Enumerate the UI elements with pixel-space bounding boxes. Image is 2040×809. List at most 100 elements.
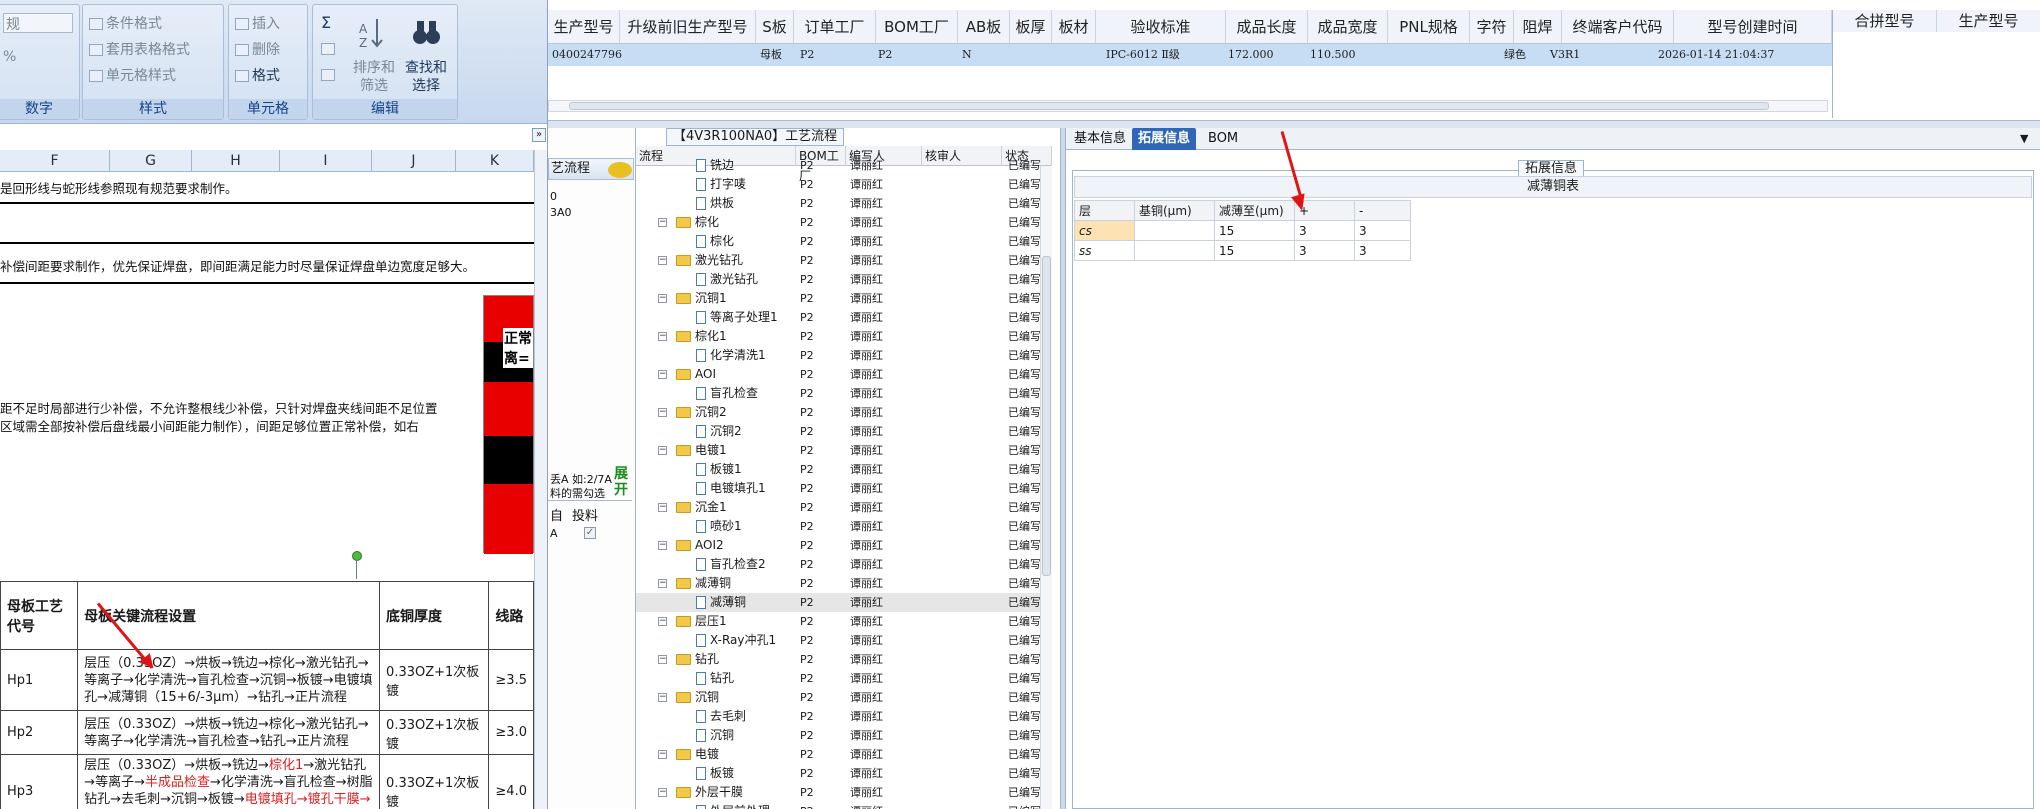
expand-button[interactable]: 展开 xyxy=(614,466,634,498)
tree-row[interactable]: − 电镀1 P2 谭丽红 已编写 xyxy=(636,441,1041,460)
tree-row[interactable]: X-Ray冲孔1 P2 谭丽红 已编写 xyxy=(636,631,1041,650)
thin-cell-base[interactable] xyxy=(1134,220,1215,241)
thin-header-layer[interactable]: 层 xyxy=(1074,200,1135,221)
column-header-h[interactable]: H xyxy=(192,150,280,172)
tree-row[interactable]: − 沉铜1 P2 谭丽红 已编写 xyxy=(636,289,1041,308)
collapse-toggle-icon[interactable]: − xyxy=(658,788,667,797)
tree-row[interactable]: − 沉铜 P2 谭丽红 已编写 xyxy=(636,688,1041,707)
thin-header-base[interactable]: 基铜(μm) xyxy=(1134,200,1215,221)
cell-style-button[interactable]: 单元格样式 xyxy=(89,65,176,85)
collapse-toggle-icon[interactable]: − xyxy=(658,541,667,550)
format-button[interactable]: 格式 xyxy=(235,65,280,85)
tree-row[interactable]: 铣边 P2 谭丽红 已编写 xyxy=(636,156,1041,175)
tree-row[interactable]: − 棕化 P2 谭丽红 已编写 xyxy=(636,213,1041,232)
tree-row[interactable]: 沉铜 P2 谭丽红 已编写 xyxy=(636,726,1041,745)
tree-row[interactable]: 沉铜2 P2 谭丽红 已编写 xyxy=(636,422,1041,441)
tree-row[interactable]: − 层压1 P2 谭丽红 已编写 xyxy=(636,612,1041,631)
tree-row[interactable]: 板镀1 P2 谭丽红 已编写 xyxy=(636,460,1041,479)
grid-header-bom-factory[interactable]: BOM工厂 xyxy=(876,10,958,44)
comment-icon[interactable] xyxy=(608,162,632,178)
tree-row[interactable]: − 减薄铜 P2 谭丽红 已编写 xyxy=(636,574,1041,593)
grid-header-old-model[interactable]: 升级前旧生产型号 xyxy=(620,10,756,44)
tree-row[interactable]: 棕化 P2 谭丽红 已编写 xyxy=(636,232,1041,251)
tree-row[interactable]: 盲孔检查 P2 谭丽红 已编写 xyxy=(636,384,1041,403)
collapse-toggle-icon[interactable]: − xyxy=(658,693,667,702)
collapse-toggle-icon[interactable]: − xyxy=(658,218,667,227)
grid-header-character[interactable]: 字符 xyxy=(1470,10,1514,44)
column-header-g[interactable]: G xyxy=(110,150,192,172)
delete-button[interactable]: 删除 xyxy=(235,39,280,59)
grid-header-pnl[interactable]: PNL规格 xyxy=(1388,10,1470,44)
find-select-button[interactable]: 查找和 选择 xyxy=(405,59,447,95)
insert-button[interactable]: 插入 xyxy=(235,13,280,33)
collapse-toggle-icon[interactable]: − xyxy=(658,579,667,588)
excel-vertical-scrollbar[interactable] xyxy=(534,150,547,809)
tree-row[interactable]: 外层前处理 P2 谭丽红 已编写 xyxy=(636,802,1041,809)
grid-header-material[interactable]: 板材 xyxy=(1052,10,1096,44)
tree-row[interactable]: 化学清洗1 P2 谭丽红 已编写 xyxy=(636,346,1041,365)
thin-cell-thin-to[interactable]: 15 xyxy=(1214,240,1295,261)
model-grid-hscrollbar[interactable] xyxy=(548,100,1828,112)
tab-basic-info[interactable]: 基本信息 xyxy=(1068,128,1132,150)
grid-header-order-factory[interactable]: 订单工厂 xyxy=(794,10,876,44)
thin-cell-plus[interactable]: 3 xyxy=(1294,220,1355,241)
thin-header-minus[interactable]: - xyxy=(1354,200,1411,221)
grid-header-sboard[interactable]: S板 xyxy=(756,10,794,44)
grid-header-customer[interactable]: 终端客户代码 xyxy=(1562,10,1674,44)
collapse-toggle-icon[interactable]: − xyxy=(658,370,667,379)
thin-cell-plus[interactable]: 3 xyxy=(1294,240,1355,261)
tree-row[interactable]: 等离子处理1 P2 谭丽红 已编写 xyxy=(636,308,1041,327)
horizontal-splitter[interactable] xyxy=(548,120,2040,128)
tree-row[interactable]: 烘板 P2 谭丽红 已编写 xyxy=(636,194,1041,213)
merge-grid-header-merge[interactable]: 合拼型号 xyxy=(1833,10,1937,32)
process-tree-scrollbar[interactable] xyxy=(1040,166,1052,809)
grid-header-model[interactable]: 生产型号 xyxy=(548,10,620,44)
tree-row[interactable]: − 沉铜2 P2 谭丽红 已编写 xyxy=(636,403,1041,422)
tree-row[interactable]: 盲孔检查2 P2 谭丽红 已编写 xyxy=(636,555,1041,574)
table-format-button[interactable]: 套用表格格式 xyxy=(89,39,190,59)
thin-cell-minus[interactable]: 3 xyxy=(1354,240,1411,261)
collapse-toggle-icon[interactable]: − xyxy=(658,408,667,417)
grid-header-thickness[interactable]: 板厚 xyxy=(1010,10,1052,44)
table-row[interactable]: ss 15 3 3 xyxy=(1074,240,1411,261)
rotate-handle[interactable] xyxy=(352,551,362,561)
number-format-select[interactable]: 规 xyxy=(3,13,73,33)
tree-row[interactable]: 喷砂1 P2 谭丽红 已编写 xyxy=(636,517,1041,536)
tree-row[interactable]: − 激光钻孔 P2 谭丽红 已编写 xyxy=(636,251,1041,270)
tree-row[interactable]: 减薄铜 P2 谭丽红 已编写 xyxy=(636,593,1041,612)
ribbon-collapse-button[interactable]: » xyxy=(532,128,546,142)
collapse-toggle-icon[interactable]: − xyxy=(658,503,667,512)
tree-row[interactable]: − AOI P2 谭丽红 已编写 xyxy=(636,365,1041,384)
grid-header-solder[interactable]: 阻焊 xyxy=(1514,10,1562,44)
tree-row[interactable]: − 外层干膜 P2 谭丽红 已编写 xyxy=(636,783,1041,802)
column-header-f[interactable]: F xyxy=(0,150,110,172)
tree-row[interactable]: 板镀 P2 谭丽红 已编写 xyxy=(636,764,1041,783)
tree-row[interactable]: 去毛刺 P2 谭丽红 已编写 xyxy=(636,707,1041,726)
thin-cell-minus[interactable]: 3 xyxy=(1354,220,1411,241)
conditional-format-button[interactable]: 条件格式 xyxy=(89,13,162,33)
grid-header-created[interactable]: 型号创建时间 xyxy=(1674,10,1832,44)
tree-row[interactable]: − 棕化1 P2 谭丽红 已编写 xyxy=(636,327,1041,346)
tree-row[interactable]: 钻孔 P2 谭丽红 已编写 xyxy=(636,669,1041,688)
grid-header-width[interactable]: 成品宽度 xyxy=(1308,10,1388,44)
thin-cell-base[interactable] xyxy=(1134,240,1215,261)
tree-row[interactable]: 激光钻孔 P2 谭丽红 已编写 xyxy=(636,270,1041,289)
collapse-toggle-icon[interactable]: − xyxy=(658,332,667,341)
table-row[interactable]: cs 15 3 3 xyxy=(1074,220,1411,241)
tree-row[interactable]: − 电镀 P2 谭丽红 已编写 xyxy=(636,745,1041,764)
collapse-toggle-icon[interactable]: − xyxy=(658,294,667,303)
collapse-toggle-icon[interactable]: − xyxy=(658,617,667,626)
column-header-i[interactable]: I xyxy=(280,150,372,172)
feed-checkbox[interactable]: ✓ xyxy=(584,527,596,539)
percent-button[interactable]: % xyxy=(3,49,16,65)
tree-row[interactable]: − 沉金1 P2 谭丽红 已编写 xyxy=(636,498,1041,517)
thin-cell-thin-to[interactable]: 15 xyxy=(1214,220,1295,241)
sum-button[interactable]: Σ xyxy=(321,13,331,32)
tree-row[interactable]: − AOI2 P2 谭丽红 已编写 xyxy=(636,536,1041,555)
tab-bom[interactable]: BOM xyxy=(1202,128,1244,150)
grid-header-standard[interactable]: 验收标准 xyxy=(1096,10,1226,44)
sort-filter-button[interactable]: 排序和 筛选 xyxy=(353,59,395,95)
fill-button[interactable] xyxy=(321,41,338,57)
collapse-toggle-icon[interactable]: − xyxy=(658,256,667,265)
collapse-toggle-icon[interactable]: − xyxy=(658,750,667,759)
